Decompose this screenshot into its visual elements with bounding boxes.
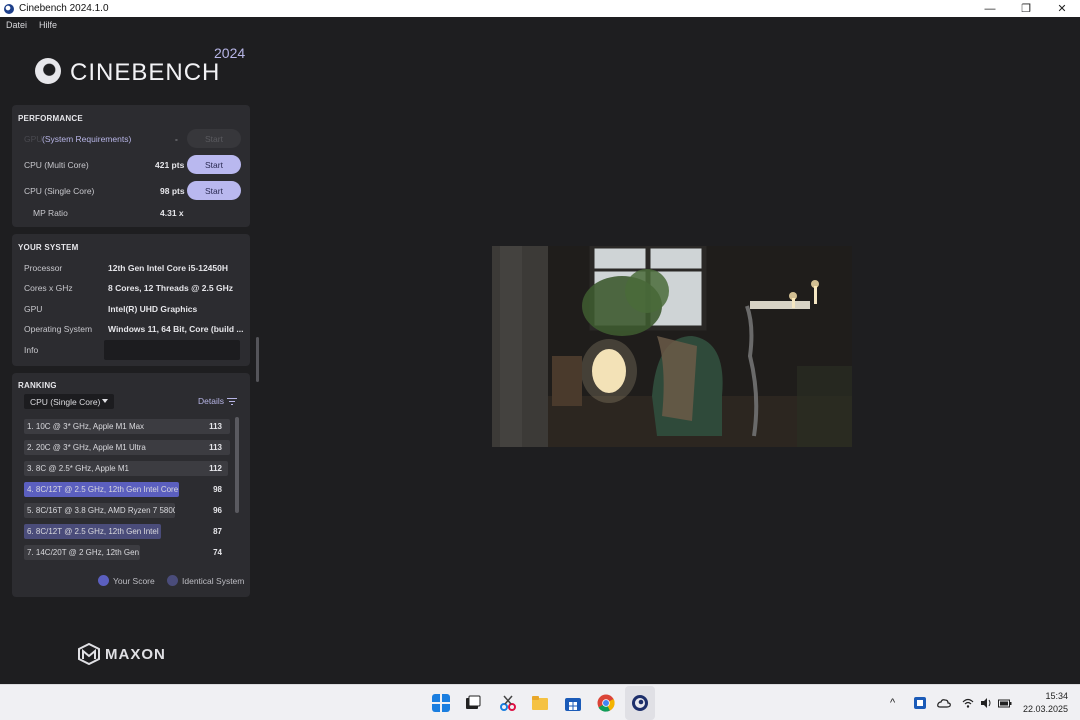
details-button[interactable]: Details xyxy=(198,396,237,406)
window-title: Cinebench 2024.1.0 xyxy=(19,3,109,14)
tray-app-icon[interactable] xyxy=(914,697,926,709)
info-field[interactable] xyxy=(104,340,240,360)
maxon-logo-icon xyxy=(78,643,100,665)
ranking-item-label: 4. 8C/12T @ 2.5 GHz, 12th Gen Intel Core… xyxy=(27,485,179,494)
cinebench-logo: CINEBENCH 2024 xyxy=(33,45,255,93)
ranking-item-score: 98 xyxy=(213,485,222,494)
ranking-item[interactable]: 6. 8C/12T @ 2.5 GHz, 12th Gen Intel Core… xyxy=(24,524,161,539)
snipping-tool-icon[interactable] xyxy=(499,694,517,712)
task-view-icon[interactable] xyxy=(464,694,482,712)
legend-identical-label: Identical System xyxy=(182,575,245,586)
system-title: YOUR SYSTEM xyxy=(18,243,79,252)
ranking-type-dropdown[interactable]: CPU (Single Core) xyxy=(24,394,114,409)
cpu-multi-start-button[interactable]: Start xyxy=(187,155,241,174)
cinebench-logo-icon xyxy=(35,58,61,84)
render-preview-image xyxy=(492,246,852,447)
system-panel: YOUR SYSTEM Processor 12th Gen Intel Cor… xyxy=(12,234,250,366)
maxon-text: MAXON xyxy=(105,645,166,663)
cores-value: 8 Cores, 12 Threads @ 2.5 GHz xyxy=(108,283,233,293)
gpu-info-value: Intel(R) UHD Graphics xyxy=(108,304,198,314)
ranking-item[interactable]: 3. 8C @ 2.5* GHz, Apple M1 xyxy=(24,461,228,476)
show-hidden-icons-chevron-icon[interactable]: ^ xyxy=(890,697,895,709)
filter-icon xyxy=(226,397,237,405)
os-value: Windows 11, 64 Bit, Core (build ... xyxy=(108,324,244,334)
menu-bar: Datei Hilfe xyxy=(0,17,1080,33)
ranking-item-score: 113 xyxy=(209,422,222,431)
cpu-multi-score: 421 pts xyxy=(155,160,185,170)
ranking-item-label: 2. 20C @ 3* GHz, Apple M1 Ultra xyxy=(27,443,146,452)
performance-title: PERFORMANCE xyxy=(18,114,83,123)
minimize-button[interactable]: — xyxy=(972,0,1008,17)
ranking-item[interactable]: 5. 8C/16T @ 3.8 GHz, AMD Ryzen 7 5800X 8… xyxy=(24,503,175,518)
menu-datei[interactable]: Datei xyxy=(6,20,27,30)
ranking-item-label: 7. 14C/20T @ 2 GHz, 12th Gen Intel Core … xyxy=(27,548,140,557)
ranking-item-label: 5. 8C/16T @ 3.8 GHz, AMD Ryzen 7 5800X 8… xyxy=(27,506,175,515)
ranking-item-label: 3. 8C @ 2.5* GHz, Apple M1 xyxy=(27,464,129,473)
ranking-item-score: 87 xyxy=(213,527,222,536)
details-label: Details xyxy=(198,396,224,406)
cpu-single-score: 98 pts xyxy=(160,186,185,196)
ranking-item-score: 113 xyxy=(209,443,222,452)
gpu-label: GPU xyxy=(24,134,43,144)
logo-year: 2024 xyxy=(214,45,246,61)
close-button[interactable]: ✕ xyxy=(1044,0,1080,17)
system-requirements-link[interactable]: (System Requirements) xyxy=(42,134,131,144)
performance-panel: PERFORMANCE GPU (System Requirements) - … xyxy=(12,105,250,227)
processor-value: 12th Gen Intel Core i5-12450H xyxy=(108,263,228,273)
start-windows-icon[interactable] xyxy=(432,694,450,712)
ranking-title: RANKING xyxy=(18,381,57,390)
legend-identical: Identical System xyxy=(167,575,244,586)
taskbar: ^ 15:34 22.03.2025 xyxy=(0,684,1080,720)
caret-down-icon xyxy=(102,399,108,403)
system-clock[interactable]: 15:34 22.03.2025 xyxy=(1023,690,1068,716)
volume-icon[interactable] xyxy=(980,697,992,709)
store-icon[interactable] xyxy=(564,694,582,712)
clock-date: 22.03.2025 xyxy=(1022,704,1068,714)
mp-ratio-value: 4.31 x xyxy=(160,208,184,218)
chrome-icon[interactable] xyxy=(597,694,615,712)
ranking-panel: RANKING CPU (Single Core) Details 1. 10C… xyxy=(12,373,250,597)
cinebench-taskbar-icon[interactable] xyxy=(631,694,649,712)
cpu-single-start-button[interactable]: Start xyxy=(187,181,241,200)
legend-your-score-label: Your Score xyxy=(113,575,155,586)
gpu-info-label: GPU xyxy=(24,304,43,314)
ranking-item[interactable]: 1. 10C @ 3* GHz, Apple M1 Max xyxy=(24,419,230,434)
info-label: Info xyxy=(24,345,39,355)
clock-time: 15:34 xyxy=(1045,691,1068,701)
file-explorer-icon[interactable] xyxy=(531,694,549,712)
maximize-button[interactable]: ❐ xyxy=(1008,0,1044,17)
os-label: Operating System xyxy=(24,324,93,334)
ranking-item-score: 74 xyxy=(213,548,222,557)
ranking-type-selected: CPU (Single Core) xyxy=(30,396,101,407)
wifi-icon[interactable] xyxy=(962,697,974,709)
cpu-multi-label: CPU (Multi Core) xyxy=(24,160,89,170)
ranking-item-score: 112 xyxy=(209,464,222,473)
cpu-single-label: CPU (Single Core) xyxy=(24,186,95,196)
ranking-item[interactable]: 4. 8C/12T @ 2.5 GHz, 12th Gen Intel Core… xyxy=(24,482,179,497)
cinebench-app-icon xyxy=(4,3,14,14)
gpu-start-button[interactable]: Start xyxy=(187,129,241,148)
ranking-item-label: 1. 10C @ 3* GHz, Apple M1 Max xyxy=(27,422,145,431)
ranking-item[interactable]: 7. 14C/20T @ 2 GHz, 12th Gen Intel Core … xyxy=(24,545,140,560)
maxon-logo: MAXON xyxy=(78,643,166,665)
identical-dot xyxy=(167,575,178,586)
sidebar-scrollbar[interactable] xyxy=(256,337,259,382)
logo-text: CINEBENCH xyxy=(70,59,221,86)
ranking-item-label: 6. 8C/12T @ 2.5 GHz, 12th Gen Intel Core… xyxy=(27,527,161,536)
ranking-item[interactable]: 2. 20C @ 3* GHz, Apple M1 Ultra xyxy=(24,440,230,455)
menu-hilfe[interactable]: Hilfe xyxy=(39,20,57,30)
cores-label: Cores x GHz xyxy=(24,283,73,293)
ranking-item-score: 96 xyxy=(213,506,222,515)
mp-ratio-label: MP Ratio xyxy=(33,208,68,218)
battery-icon[interactable] xyxy=(998,697,1012,709)
ranking-scrollbar[interactable] xyxy=(235,417,239,513)
legend-your-score: Your Score xyxy=(98,575,155,586)
processor-label: Processor xyxy=(24,263,63,273)
title-bar: Cinebench 2024.1.0 — ❐ ✕ xyxy=(0,0,1080,17)
window-controls: — ❐ ✕ xyxy=(972,0,1080,17)
gpu-score: - xyxy=(175,134,178,144)
onedrive-cloud-icon[interactable] xyxy=(937,697,951,709)
your-score-dot xyxy=(98,575,109,586)
